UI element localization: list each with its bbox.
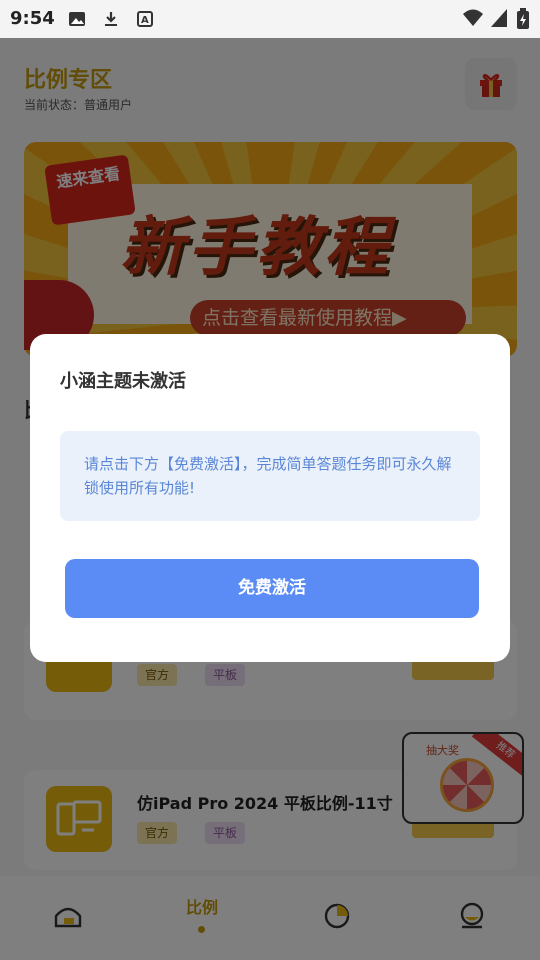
svg-text:A: A — [141, 15, 149, 26]
download-icon — [105, 12, 117, 26]
signal-icon — [491, 9, 507, 27]
free-activate-button[interactable]: 免费激活 — [65, 559, 479, 618]
battery-icon — [517, 8, 529, 29]
status-bar: 9:54 A — [0, 0, 540, 38]
notice-text: 请点击下方【免费激活】，完成简单答题任务即可永久解锁使用所有功能! — [84, 455, 452, 497]
status-time: 9:54 — [10, 8, 55, 29]
dialog-title: 小涵主题未激活 — [60, 371, 186, 392]
wifi-icon — [463, 9, 483, 26]
font-icon: A — [137, 11, 153, 27]
image-icon — [69, 12, 85, 26]
